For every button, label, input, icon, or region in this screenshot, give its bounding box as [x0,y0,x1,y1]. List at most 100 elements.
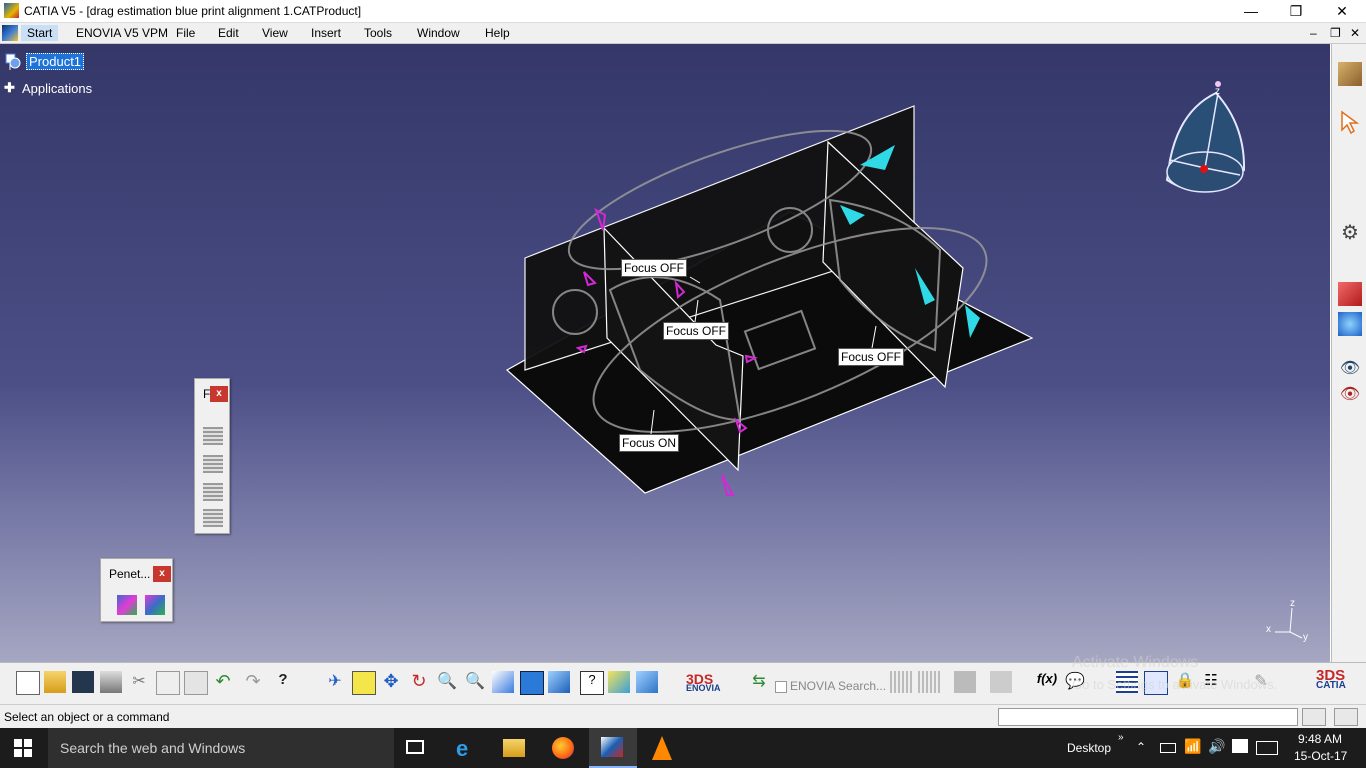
document-icon[interactable] [2,25,18,41]
command-input[interactable] [998,708,1298,726]
minimize-button[interactable]: — [1228,0,1274,22]
undo-icon[interactable]: ↶ [212,671,234,693]
maximize-button[interactable]: ❐ [1273,0,1319,22]
floating-toolbar-f-close[interactable]: x [210,386,228,402]
vpm-tool-icon-2[interactable] [918,671,940,693]
status-button-2[interactable] [1334,708,1358,726]
menu-window[interactable]: Window [411,25,466,41]
tool-icon-4[interactable] [203,509,223,527]
settings-gear-icon[interactable]: ⚙ [1338,220,1362,244]
catia-app-icon[interactable] [4,3,19,18]
zoom-out-icon[interactable]: 🔍 [464,671,486,693]
clock-date[interactable]: 15-Oct-17 [1294,749,1347,763]
paste-icon[interactable] [184,671,208,695]
doc-close-button[interactable]: ✕ [1348,25,1362,41]
hide-show-icon[interactable]: ? [580,671,604,695]
doc-restore-button[interactable]: ❐ [1328,25,1343,41]
enovia-logo[interactable]: 3DS ENOVIA [686,671,734,699]
measure-tool-icon[interactable] [1338,282,1362,306]
tree-root-product[interactable]: Product1 [26,53,85,70]
desktop-toolbar-label[interactable]: Desktop [1067,741,1111,755]
focus-label-2[interactable]: Focus OFF [663,322,730,340]
file-explorer-icon[interactable] [503,739,525,757]
analysis-tool-icon[interactable] [990,671,1012,693]
taskbar-search-box[interactable]: Search the web and Windows [48,728,394,768]
menu-file[interactable]: File [170,25,201,41]
compass-widget [1165,81,1246,193]
iso-view-icon[interactable] [548,671,570,693]
menu-insert[interactable]: Insert [305,25,347,41]
menu-tools[interactable]: Tools [358,25,398,41]
vpm-tool-icon-1[interactable] [890,671,912,693]
edge-browser-icon[interactable]: e [456,736,468,762]
pan-icon[interactable]: ✥ [380,671,402,693]
multi-view-icon[interactable] [520,671,544,695]
tray-chevron-up-icon[interactable]: ⌃ [1136,740,1146,754]
wifi-icon[interactable]: 📶 [1184,738,1201,755]
tool-icon-1[interactable] [203,427,223,445]
focus-label-4[interactable]: Focus ON [619,434,680,452]
focus-label-1[interactable]: Focus OFF [621,259,688,277]
activate-windows-title: Activate Windows [1072,654,1199,671]
select-arrow-icon[interactable] [1338,110,1362,135]
scene-svg [505,81,1303,639]
menu-help[interactable]: Help [479,25,516,41]
tree-applications[interactable]: Applications [22,81,92,96]
zoom-in-icon[interactable]: 🔍 [436,671,458,693]
desktop-expand-chevron-icon[interactable]: » [1118,732,1124,743]
status-bar: Select an object or a command [0,704,1366,729]
catia-logo[interactable]: 3DS CATIA [1316,667,1362,699]
firefox-icon[interactable] [552,737,574,759]
doc-minimize-button[interactable]: – [1308,25,1319,41]
save-icon[interactable] [72,671,94,693]
tool-icon-2[interactable] [203,455,223,473]
catia-taskbar-icon[interactable] [589,728,637,768]
tree-expand-icon[interactable]: ✚ [4,80,15,96]
status-button-1[interactable] [1302,708,1326,726]
redo-icon[interactable]: ↷ [242,671,264,693]
axis-z-label: z [1290,598,1295,609]
notifications-icon[interactable] [1232,739,1248,753]
penetration-tool-icon-1[interactable] [117,595,137,615]
3d-viewport[interactable]: Focus OFF Focus OFF Focus OFF Focus ON z… [0,44,1330,662]
enovia-search-label[interactable]: ENOVIA Search... [790,679,886,693]
copy-icon[interactable] [156,671,180,695]
penetration-toolbar-close[interactable]: x [153,566,171,582]
rotate-icon[interactable]: ↻ [408,671,430,693]
battery-icon[interactable] [1160,743,1176,753]
whats-this-icon[interactable]: ? [272,671,294,693]
fit-all-icon[interactable] [352,671,376,695]
print-icon[interactable] [100,671,122,693]
cut-icon[interactable]: ✂ [128,671,150,693]
clash-tool-icon[interactable] [954,671,976,693]
vlc-icon[interactable] [652,736,672,760]
focus-label-3[interactable]: Focus OFF [838,348,905,366]
keyboard-icon[interactable] [1256,741,1278,755]
menu-edit[interactable]: Edit [212,25,245,41]
windows-start-icon[interactable] [14,739,32,757]
eye-tool-icon-2[interactable]: 👁 [1338,384,1362,408]
render-style-icon[interactable] [636,671,658,693]
tool-icon-3[interactable] [203,483,223,501]
penetration-tool-icon-2[interactable] [145,595,165,615]
tree-root-icon[interactable] [4,52,22,80]
swap-visible-icon[interactable] [608,671,630,693]
menu-start[interactable]: Start [21,25,59,41]
menu-enovia[interactable]: ENOVIA V5 VPM [70,25,174,41]
clock-time[interactable]: 9:48 AM [1298,732,1342,746]
normal-view-icon[interactable] [492,671,514,693]
globe-tool-icon[interactable] [1338,312,1362,336]
new-file-icon[interactable] [16,671,40,695]
volume-icon[interactable]: 🔊 [1208,738,1225,755]
eye-tool-icon-1[interactable]: 👁 [1338,358,1362,382]
right-toolbar: ⚙ 👁 👁 [1331,44,1366,662]
menu-view[interactable]: View [256,25,294,41]
open-folder-icon[interactable] [44,671,66,693]
formula-icon[interactable]: f(x) [1036,671,1058,693]
close-button[interactable]: ✕ [1319,0,1365,22]
enovia-connect-icon[interactable]: ⇆ [748,671,770,693]
fly-mode-icon[interactable]: ✈ [324,671,346,693]
task-view-icon[interactable] [406,740,424,754]
product-tool-icon[interactable] [1338,62,1362,86]
enovia-search-checkbox[interactable] [775,681,787,693]
